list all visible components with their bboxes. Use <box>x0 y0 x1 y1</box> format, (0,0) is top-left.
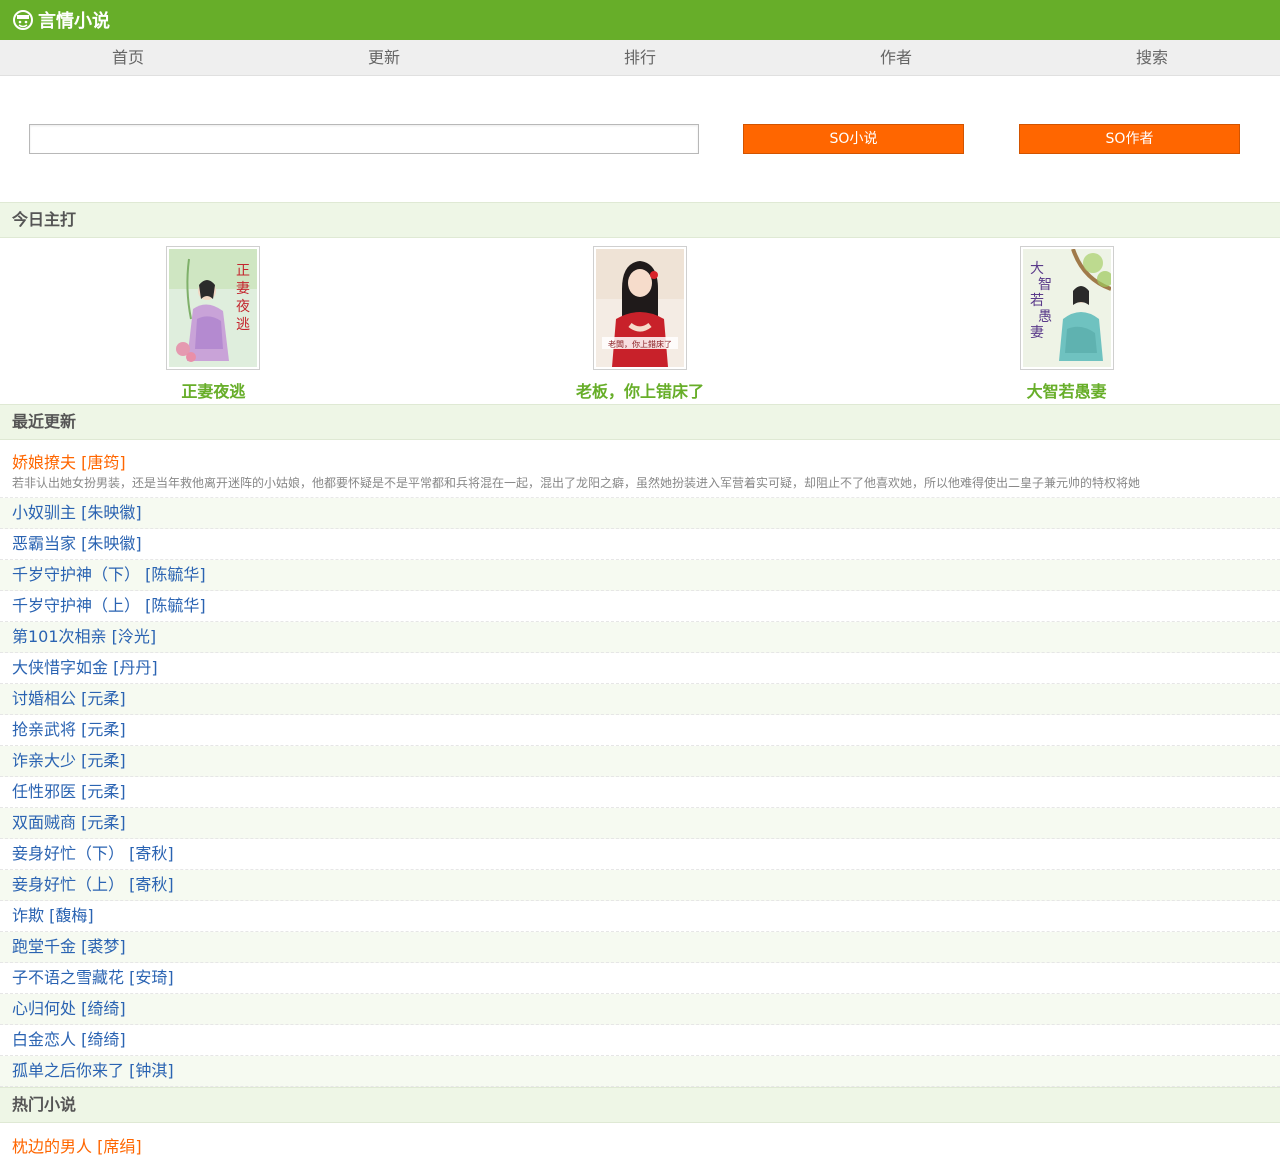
list-item[interactable]: 娇娘撩夫 [唐筠] 若非认出她女扮男装，还是当年救他离开迷阵的小姑娘，他都要怀疑… <box>0 440 1280 498</box>
featured-heading: 今日主打 <box>0 202 1280 238</box>
svg-text:若: 若 <box>1030 293 1044 309</box>
site-name: 言情小说 <box>38 11 110 32</box>
list-item[interactable]: 诈欺 [馥梅] <box>0 901 1280 932</box>
book-link[interactable]: 娇娘撩夫 [唐筠] <box>12 452 1268 474</box>
nav-search[interactable]: 搜索 <box>1024 40 1280 75</box>
list-item[interactable]: 诈亲大少 [元柔] <box>0 746 1280 777</box>
list-item[interactable]: 抢亲武将 [元柔] <box>0 715 1280 746</box>
book-cover[interactable]: 老闆，你上錯床了 <box>593 246 687 370</box>
book-cover-illustration: 大 智 若 愚 妻 <box>1022 249 1111 367</box>
svg-text:夜: 夜 <box>236 299 250 315</box>
book-cover-illustration: 老闆，你上錯床了 <box>596 249 684 367</box>
nav-home[interactable]: 首页 <box>0 40 256 75</box>
search-author-button[interactable]: SO作者 <box>1019 124 1240 154</box>
nav-updates[interactable]: 更新 <box>256 40 512 75</box>
hot-list-item[interactable]: 枕边的男人 [席绢] <box>0 1123 1280 1163</box>
featured-book[interactable]: 大 智 若 愚 妻 大智若愚妻 <box>853 238 1280 404</box>
main-nav: 首页 更新 排行 作者 搜索 <box>0 40 1280 76</box>
list-item[interactable]: 孤单之后你来了 [钟淇] <box>0 1056 1280 1087</box>
list-item[interactable]: 千岁守护神（下） [陈毓华] <box>0 560 1280 591</box>
svg-text:逃: 逃 <box>236 317 250 333</box>
top-bar: 言情小说 <box>0 0 1280 40</box>
svg-text:妻: 妻 <box>1030 325 1044 341</box>
svg-text:愚: 愚 <box>1038 309 1052 325</box>
list-item[interactable]: 小奴驯主 [朱映徽] <box>0 498 1280 529</box>
book-description: 若非认出她女扮男装，还是当年救他离开迷阵的小姑娘，他都要怀疑是不是平常都和兵将混… <box>12 476 1141 490</box>
site-logo[interactable]: 言情小说 <box>12 7 110 33</box>
list-item[interactable]: 双面贼商 [元柔] <box>0 808 1280 839</box>
recent-list: 娇娘撩夫 [唐筠] 若非认出她女扮男装，还是当年救他离开迷阵的小姑娘，他都要怀疑… <box>0 440 1280 1087</box>
list-item[interactable]: 恶霸当家 [朱映徽] <box>0 529 1280 560</box>
list-item[interactable]: 第101次相亲 [泠光] <box>0 622 1280 653</box>
book-face-icon <box>13 10 33 30</box>
svg-text:智: 智 <box>1038 277 1052 293</box>
featured-book-title[interactable]: 老板，你上错床了 <box>576 378 704 402</box>
search-novel-button[interactable]: SO小说 <box>743 124 964 154</box>
list-item[interactable]: 跑堂千金 [裘梦] <box>0 932 1280 963</box>
featured-book[interactable]: 正 妻 夜 逃 正妻夜逃 <box>0 238 427 404</box>
svg-text:大: 大 <box>1030 261 1044 277</box>
book-cover[interactable]: 正 妻 夜 逃 <box>166 246 261 370</box>
book-cover[interactable]: 大 智 若 愚 妻 <box>1019 246 1114 370</box>
nav-authors[interactable]: 作者 <box>768 40 1024 75</box>
cover-text: 老闆，你上錯床了 <box>608 339 672 349</box>
hot-heading: 热门小说 <box>0 1087 1280 1123</box>
list-item[interactable]: 子不语之雪藏花 [安琦] <box>0 963 1280 994</box>
list-item[interactable]: 妾身好忙（下） [寄秋] <box>0 839 1280 870</box>
book-cover-illustration: 正 妻 夜 逃 <box>169 249 258 367</box>
nav-ranking[interactable]: 排行 <box>512 40 768 75</box>
recent-heading: 最近更新 <box>0 404 1280 440</box>
svg-text:正: 正 <box>236 263 250 279</box>
list-item[interactable]: 白金恋人 [绮绮] <box>0 1025 1280 1056</box>
featured-book-title[interactable]: 大智若愚妻 <box>1027 378 1107 402</box>
featured-book-title[interactable]: 正妻夜逃 <box>181 378 245 402</box>
list-item[interactable]: 讨婚相公 [元柔] <box>0 684 1280 715</box>
list-item[interactable]: 任性邪医 [元柔] <box>0 777 1280 808</box>
search-area: SO小说 SO作者 <box>0 76 1280 202</box>
featured-book[interactable]: 老闆，你上錯床了 老板，你上错床了 <box>427 238 854 404</box>
featured-books: 正 妻 夜 逃 正妻夜逃 老闆，你上錯床了 老板，你上错床了 大 智 若 愚 妻… <box>0 238 1280 404</box>
search-input[interactable] <box>29 124 699 154</box>
list-item[interactable]: 千岁守护神（上） [陈毓华] <box>0 591 1280 622</box>
list-item[interactable]: 大侠惜字如金 [丹丹] <box>0 653 1280 684</box>
list-item[interactable]: 妾身好忙（上） [寄秋] <box>0 870 1280 901</box>
svg-text:妻: 妻 <box>236 281 250 297</box>
list-item[interactable]: 心归何处 [绮绮] <box>0 994 1280 1025</box>
